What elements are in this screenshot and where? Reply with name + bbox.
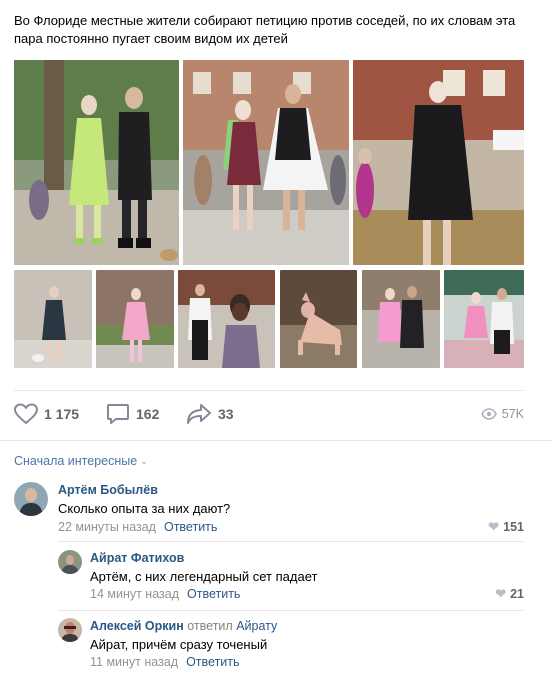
post-photo-9[interactable] bbox=[444, 270, 524, 368]
post-photo-3[interactable] bbox=[353, 60, 524, 265]
post-photo-4[interactable] bbox=[14, 270, 92, 368]
comment-text: Артём, с них легендарный сет падает bbox=[90, 569, 318, 584]
post-text: Во Флориде местные жители собирают петиц… bbox=[14, 13, 516, 46]
chevron-down-icon: ⌄ bbox=[140, 455, 148, 466]
comment-reply: Алексей Оркин ответил Айрату Айрат, прич… bbox=[58, 618, 524, 676]
post-divider bbox=[14, 390, 524, 391]
comment-icon bbox=[107, 404, 129, 424]
comment-meta: 14 минут назад Ответить bbox=[90, 587, 240, 601]
heart-icon: ❤ bbox=[495, 586, 507, 601]
post-photo-8[interactable] bbox=[362, 270, 440, 368]
post-photo-1[interactable] bbox=[14, 60, 179, 265]
comment-meta: 22 минуты назад Ответить bbox=[58, 520, 217, 534]
comment-count: 162 bbox=[136, 406, 160, 422]
actions-divider bbox=[0, 440, 552, 441]
post-photo-2[interactable] bbox=[183, 60, 349, 265]
comment-author[interactable]: Артём Бобылёв bbox=[58, 483, 158, 497]
comment-meta: 11 минут назад Ответить bbox=[90, 655, 240, 669]
comment-time[interactable]: 22 минуты назад bbox=[58, 520, 156, 534]
reply-button[interactable]: Ответить bbox=[164, 520, 217, 534]
comment-divider bbox=[58, 541, 524, 542]
comment-author[interactable]: Алексей Оркин ответил Айрату bbox=[90, 619, 277, 633]
avatar[interactable] bbox=[58, 618, 82, 642]
post-actions: 1 175 162 33 57K bbox=[14, 400, 524, 428]
comment: Артём Бобылёв Сколько опыта за них дают?… bbox=[14, 482, 524, 540]
views-count: 57K bbox=[501, 407, 524, 421]
reply-button[interactable]: Ответить bbox=[187, 587, 240, 601]
like-count: 1 175 bbox=[44, 406, 80, 422]
eye-icon bbox=[480, 408, 497, 420]
comment-time[interactable]: 14 минут назад bbox=[90, 587, 179, 601]
avatar[interactable] bbox=[14, 482, 48, 516]
heart-icon bbox=[14, 403, 38, 425]
comment-button[interactable]: 162 bbox=[106, 400, 159, 428]
views-counter: 57K bbox=[480, 400, 524, 428]
share-count: 33 bbox=[218, 406, 234, 422]
comment-like-count: 151 bbox=[503, 520, 524, 534]
share-icon bbox=[187, 404, 211, 424]
comments-sort-label: Сначала интересные bbox=[14, 454, 138, 468]
replied-to-link[interactable]: Айрату bbox=[236, 619, 277, 633]
share-button[interactable]: 33 bbox=[186, 400, 234, 428]
heart-icon: ❤ bbox=[488, 519, 500, 534]
comment-like-button[interactable]: ❤ 21 bbox=[495, 586, 524, 602]
replied-label: ответил bbox=[187, 619, 233, 633]
comments-sort-dropdown[interactable]: Сначала интересные ⌄ bbox=[14, 454, 148, 468]
comment-like-button[interactable]: ❤ 151 bbox=[488, 519, 524, 535]
like-button[interactable]: 1 175 bbox=[14, 400, 79, 428]
comment-author-name[interactable]: Алексей Оркин bbox=[90, 619, 184, 633]
comment-text: Айрат, причём сразу точеный bbox=[90, 637, 268, 652]
post-photo-7[interactable] bbox=[280, 270, 357, 368]
post-photo-5[interactable] bbox=[96, 270, 174, 368]
reply-button[interactable]: Ответить bbox=[186, 655, 239, 669]
comment-like-count: 21 bbox=[510, 587, 524, 601]
comment-text: Сколько опыта за них дают? bbox=[58, 501, 231, 516]
comment-author[interactable]: Айрат Фатихов bbox=[90, 551, 184, 565]
avatar[interactable] bbox=[58, 550, 82, 574]
post-photo-6[interactable] bbox=[178, 270, 275, 368]
comment-divider bbox=[58, 610, 524, 611]
comment-time[interactable]: 11 минут назад bbox=[90, 655, 178, 669]
comment-reply: Айрат Фатихов Артём, с них легендарный с… bbox=[58, 550, 524, 608]
